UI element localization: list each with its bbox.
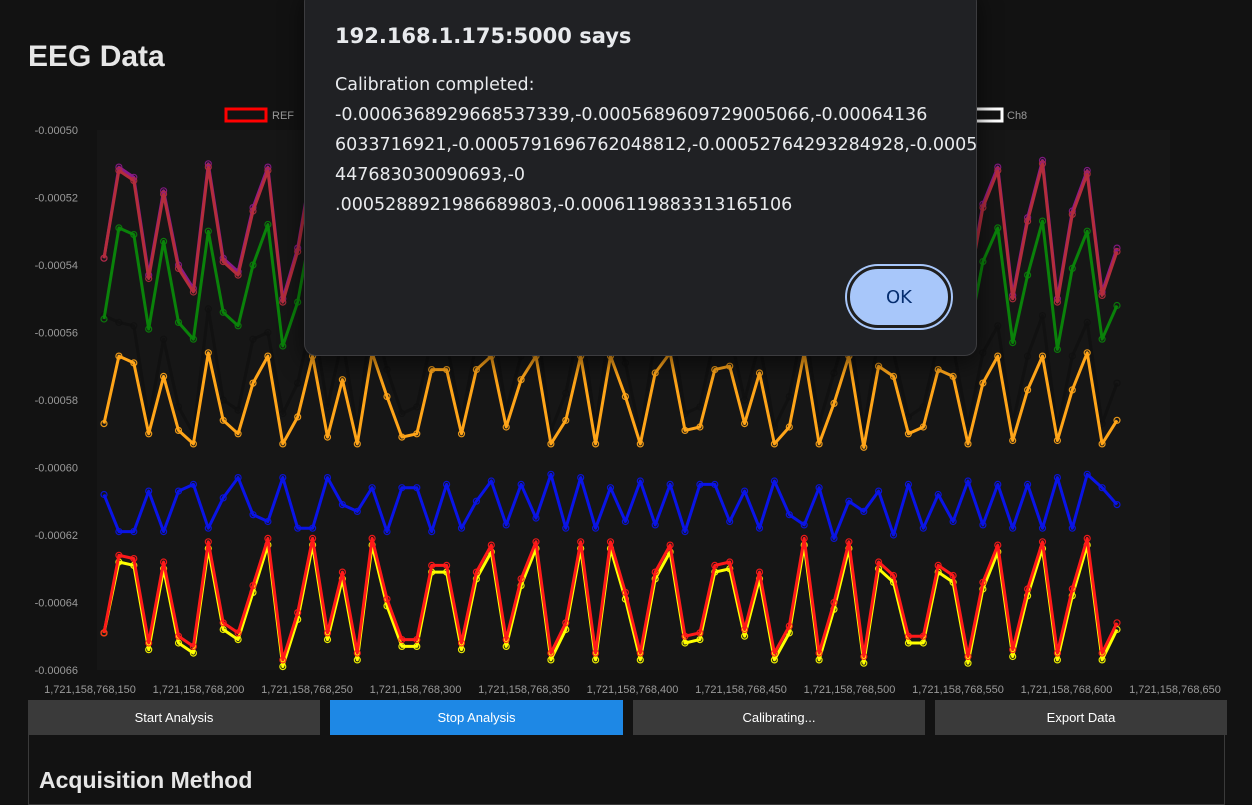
page-title: EEG Data	[28, 40, 165, 73]
y-tick-label: -0.00062	[35, 530, 78, 542]
y-tick-label: -0.00060	[35, 463, 78, 475]
ok-button[interactable]: OK	[847, 266, 951, 328]
alert-dialog: 192.168.1.175:5000 says Calibration comp…	[304, 0, 977, 356]
y-tick-label: -0.00058	[35, 395, 78, 407]
legend-swatch	[224, 107, 268, 123]
x-tick-label: 1,721,158,768,600	[1021, 684, 1113, 696]
legend-label: Ch8	[1007, 110, 1027, 122]
y-tick-label: -0.00052	[35, 193, 78, 205]
y-tick-label: -0.00064	[35, 598, 78, 610]
acquisition-panel: Acquisition Method	[28, 735, 1225, 805]
y-axis: -0.00050 -0.00052 -0.00054 -0.00056 -0.00058…	[35, 125, 78, 677]
dialog-message: Calibration completed: -0.00063689296685…	[335, 75, 978, 215]
y-tick-label: -0.00066	[35, 665, 78, 677]
x-tick-label: 1,721,158,768,250	[261, 684, 353, 696]
x-tick-label: 1,721,158,768,300	[370, 684, 462, 696]
y-tick-label: -0.00054	[35, 260, 78, 272]
calibrate-button[interactable]: Calibrating...	[633, 700, 925, 735]
x-tick-label: 1,721,158,768,650	[1129, 684, 1221, 696]
y-tick-label: -0.00056	[35, 328, 78, 340]
x-tick-label: 1,721,158,768,500	[804, 684, 896, 696]
y-tick-label: -0.00050	[35, 125, 78, 137]
dialog-title: 192.168.1.175:5000 says	[335, 24, 632, 48]
x-tick-label: 1,721,158,768,400	[587, 684, 679, 696]
stop-analysis-button[interactable]: Stop Analysis	[330, 700, 623, 735]
x-tick-label: 1,721,158,768,550	[912, 684, 1004, 696]
x-axis: 1,721,158,768,150 1,721,158,768,200 1,721,…	[44, 684, 1221, 696]
control-bar: Start Analysis Stop Analysis Calibrating…	[28, 700, 1227, 735]
x-tick-label: 1,721,158,768,150	[44, 684, 136, 696]
legend-label: REF	[272, 110, 294, 122]
x-tick-label: 1,721,158,768,350	[478, 684, 570, 696]
x-tick-label: 1,721,158,768,450	[695, 684, 787, 696]
x-tick-label: 1,721,158,768,200	[153, 684, 245, 696]
acquisition-method-heading: Acquisition Method	[39, 767, 253, 793]
start-analysis-button[interactable]: Start Analysis	[28, 700, 320, 735]
export-data-button[interactable]: Export Data	[935, 700, 1227, 735]
